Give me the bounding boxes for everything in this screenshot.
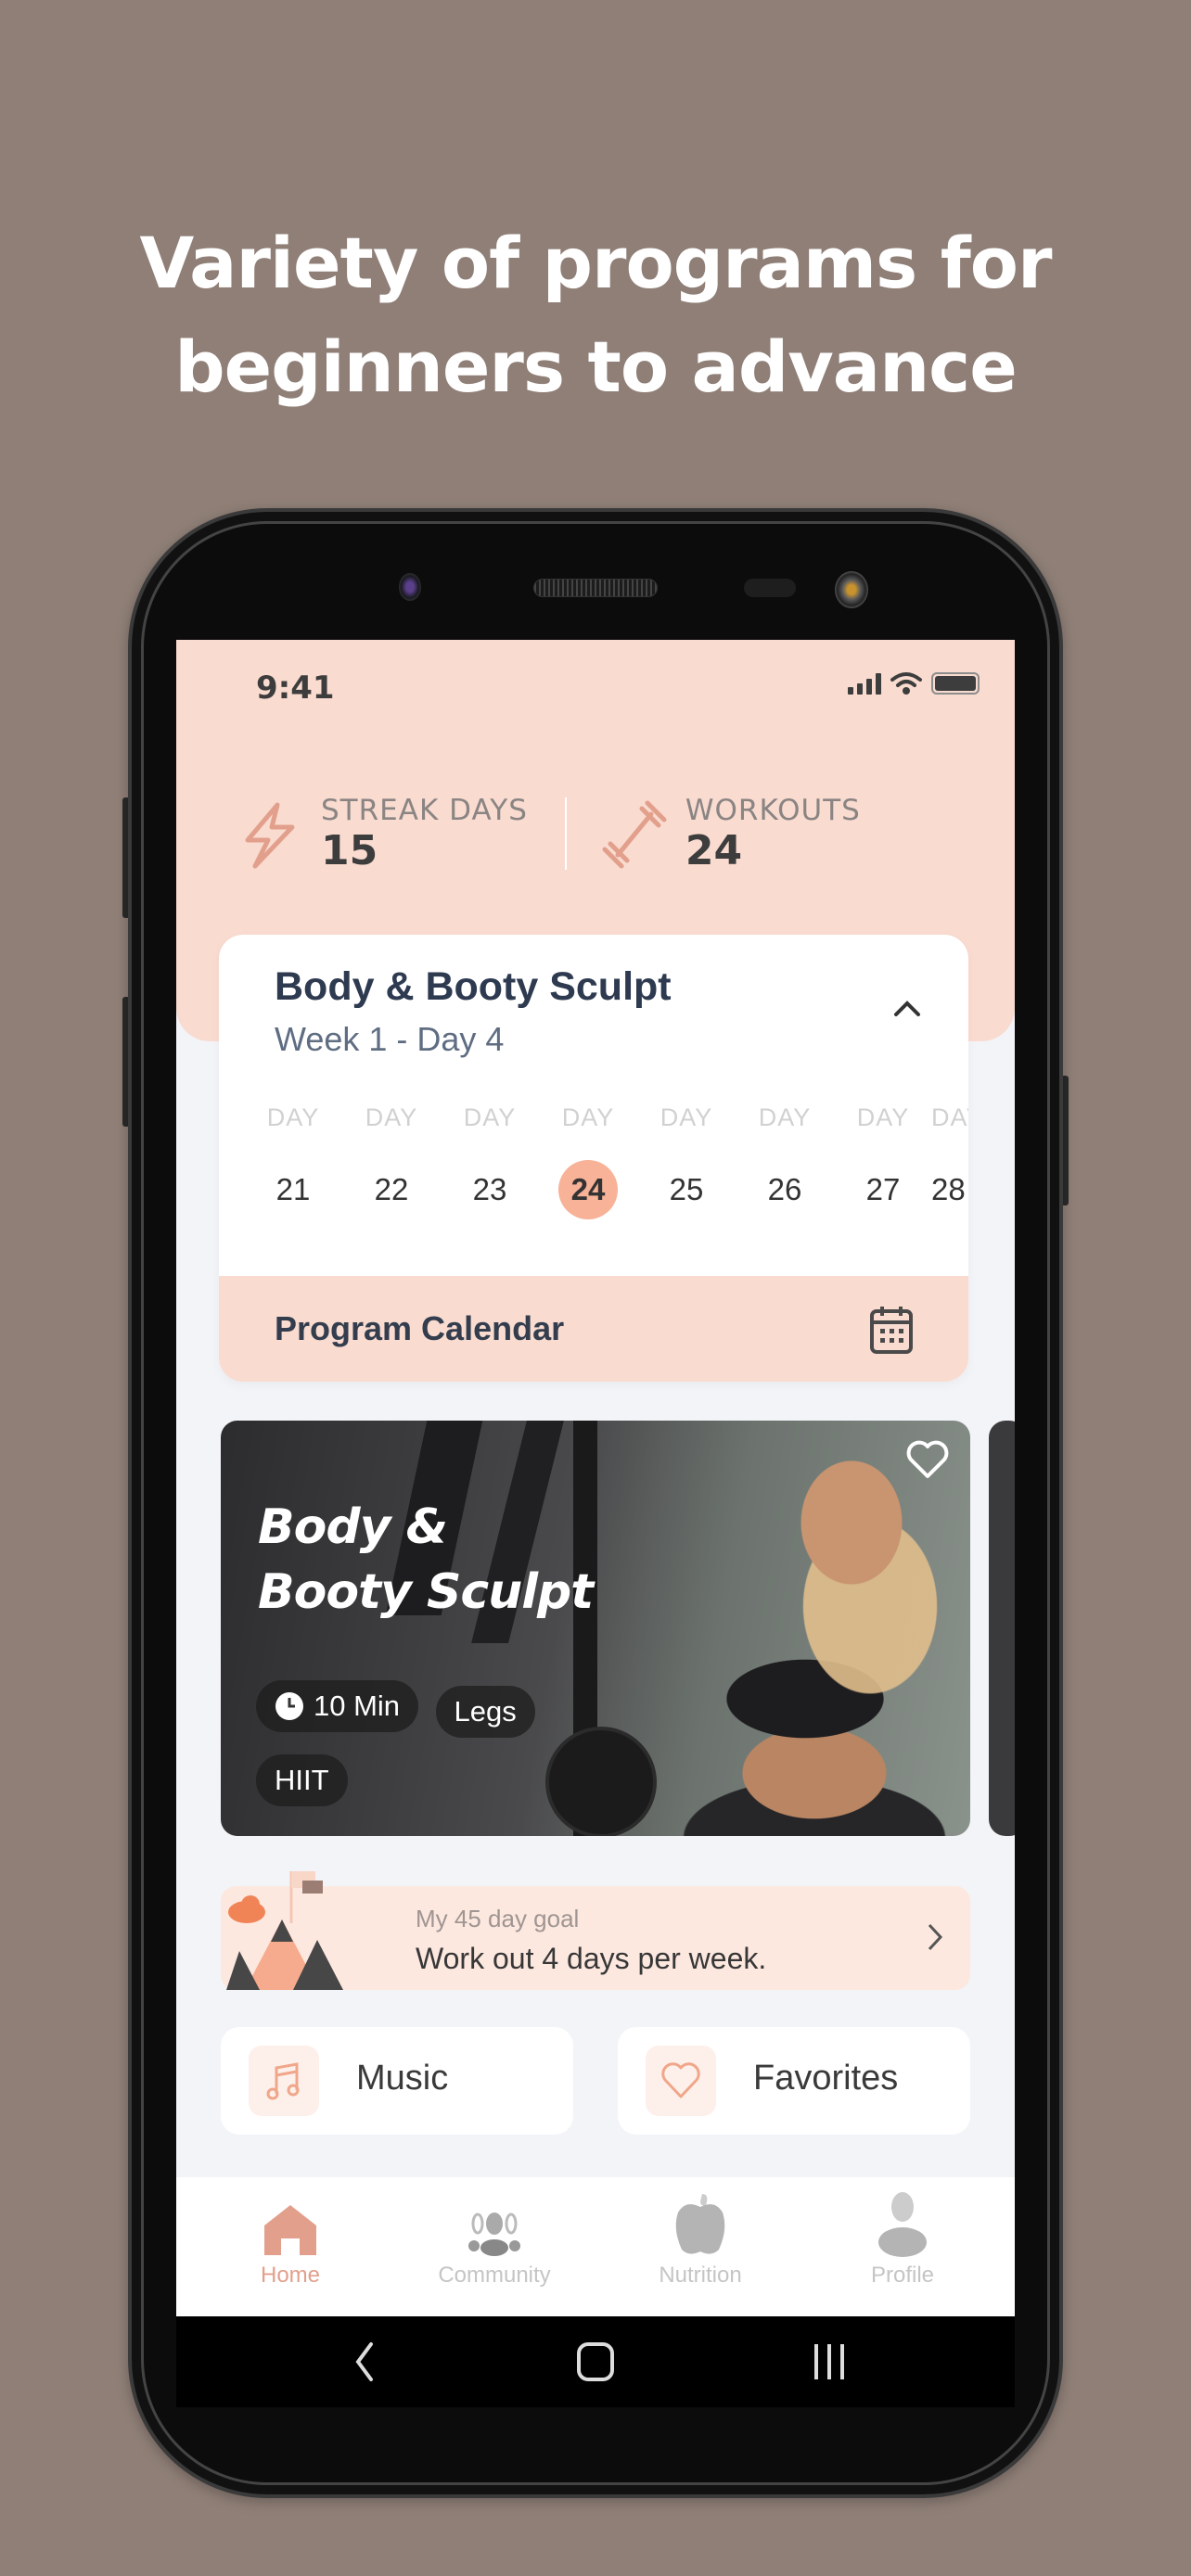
music-label: Music <box>356 2059 449 2098</box>
day-item[interactable]: DAY 21 <box>256 1103 330 1219</box>
back-icon[interactable] <box>351 2339 378 2385</box>
day-item-active[interactable]: DAY 24 <box>551 1103 625 1219</box>
chevron-right-icon <box>928 1923 943 1951</box>
home-button-icon[interactable] <box>575 2339 616 2385</box>
program-calendar-button[interactable]: Program Calendar <box>219 1276 968 1382</box>
front-flash-icon <box>835 571 868 608</box>
community-icon <box>468 2213 520 2256</box>
heart-icon <box>646 2046 716 2116</box>
stat-label: STREAK DAYS <box>321 794 528 827</box>
day-item[interactable]: DAY 26 <box>748 1103 822 1219</box>
tab-label: Nutrition <box>659 2263 742 2288</box>
music-note-icon <box>249 2046 319 2116</box>
day-item[interactable]: DAY 23 <box>453 1103 527 1219</box>
favorites-button[interactable]: Favorites <box>618 2027 970 2135</box>
tab-bar: Home Community Nutrition Profile <box>176 2177 1015 2316</box>
day-item[interactable]: DAY 22 <box>354 1103 429 1219</box>
stat-divider <box>564 797 567 870</box>
signal-icon <box>848 672 881 695</box>
stat-label: WORKOUTS <box>685 794 861 827</box>
wifi-icon <box>890 672 922 695</box>
app-screen: 9:41 STREAK DAYS 15 WORKOUTS 24 Body & B… <box>176 640 1015 2407</box>
day-item[interactable]: DAY28 <box>931 1103 968 1219</box>
program-progress: Week 1 - Day 4 <box>275 1020 505 1058</box>
stat-streak-days: STREAK DAYS 15 <box>228 788 528 881</box>
chevron-up-icon[interactable] <box>887 988 928 1029</box>
headline: Variety of programs for beginners to adv… <box>0 211 1191 419</box>
mountain-flag-icon <box>226 1871 343 1990</box>
home-icon <box>264 2205 316 2255</box>
tab-profile[interactable]: Profile <box>798 2177 1007 2316</box>
tab-label: Home <box>260 2263 321 2288</box>
stat-workouts: WORKOUTS 24 <box>593 788 861 881</box>
goal-label: My 45 day goal <box>416 1905 580 1932</box>
heart-outline-icon[interactable] <box>905 1439 950 1480</box>
earpiece-speaker <box>533 579 658 597</box>
day-strip: DAY 21 DAY 22 DAY 23 DAY 24 DAY 25 DAY 26 DAY 2… <box>256 1103 968 1252</box>
next-workout-card[interactable] <box>989 1421 1015 1836</box>
stats-row: STREAK DAYS 15 WORKOUTS 24 <box>228 788 970 881</box>
tag-body-part: Legs <box>435 1686 535 1738</box>
headline-line-1: Variety of programs for <box>139 222 1053 304</box>
lightning-icon <box>228 793 312 876</box>
dumbbell-icon <box>593 793 676 876</box>
stat-value: 24 <box>685 827 743 874</box>
tab-nutrition[interactable]: Nutrition <box>596 2177 805 2316</box>
tab-community[interactable]: Community <box>390 2177 599 2316</box>
program-card: Body & Booty Sculpt Week 1 - Day 4 DAY 21… <box>219 935 968 1382</box>
recents-icon[interactable] <box>811 2339 848 2385</box>
front-camera-icon <box>399 573 421 601</box>
tag-duration: 10 Min <box>256 1680 419 1732</box>
workout-card[interactable]: Body & Booty Sculpt 10 Min Legs HIIT <box>221 1421 970 1836</box>
profile-icon <box>878 2192 927 2257</box>
goal-text: Work out 4 days per week. <box>416 1942 767 1975</box>
day-item[interactable]: DAY 27 <box>846 1103 920 1219</box>
workout-title: Body & Booty Sculpt <box>258 1499 594 1620</box>
headline-line-2: beginners to advance <box>174 325 1018 408</box>
status-icons <box>848 671 980 695</box>
day-item[interactable]: DAY 25 <box>649 1103 724 1219</box>
tab-label: Community <box>438 2263 551 2288</box>
tab-label: Profile <box>870 2263 935 2288</box>
stat-value: 15 <box>321 827 378 874</box>
tab-home[interactable]: Home <box>186 2177 395 2316</box>
battery-icon <box>931 672 980 695</box>
tag-type: HIIT <box>256 1754 348 1806</box>
system-navigation-bar <box>176 2316 1015 2407</box>
apple-icon <box>675 2194 725 2254</box>
proximity-sensor <box>744 579 796 597</box>
program-calendar-label: Program Calendar <box>275 1309 565 1347</box>
music-button[interactable]: Music <box>221 2027 573 2135</box>
workout-tags: 10 Min Legs HIIT <box>256 1680 590 1823</box>
clock-icon <box>275 1692 303 1720</box>
calendar-icon <box>870 1307 913 1354</box>
program-title: Body & Booty Sculpt <box>275 964 672 1009</box>
favorites-label: Favorites <box>753 2059 899 2098</box>
status-time: 9:41 <box>256 670 335 707</box>
